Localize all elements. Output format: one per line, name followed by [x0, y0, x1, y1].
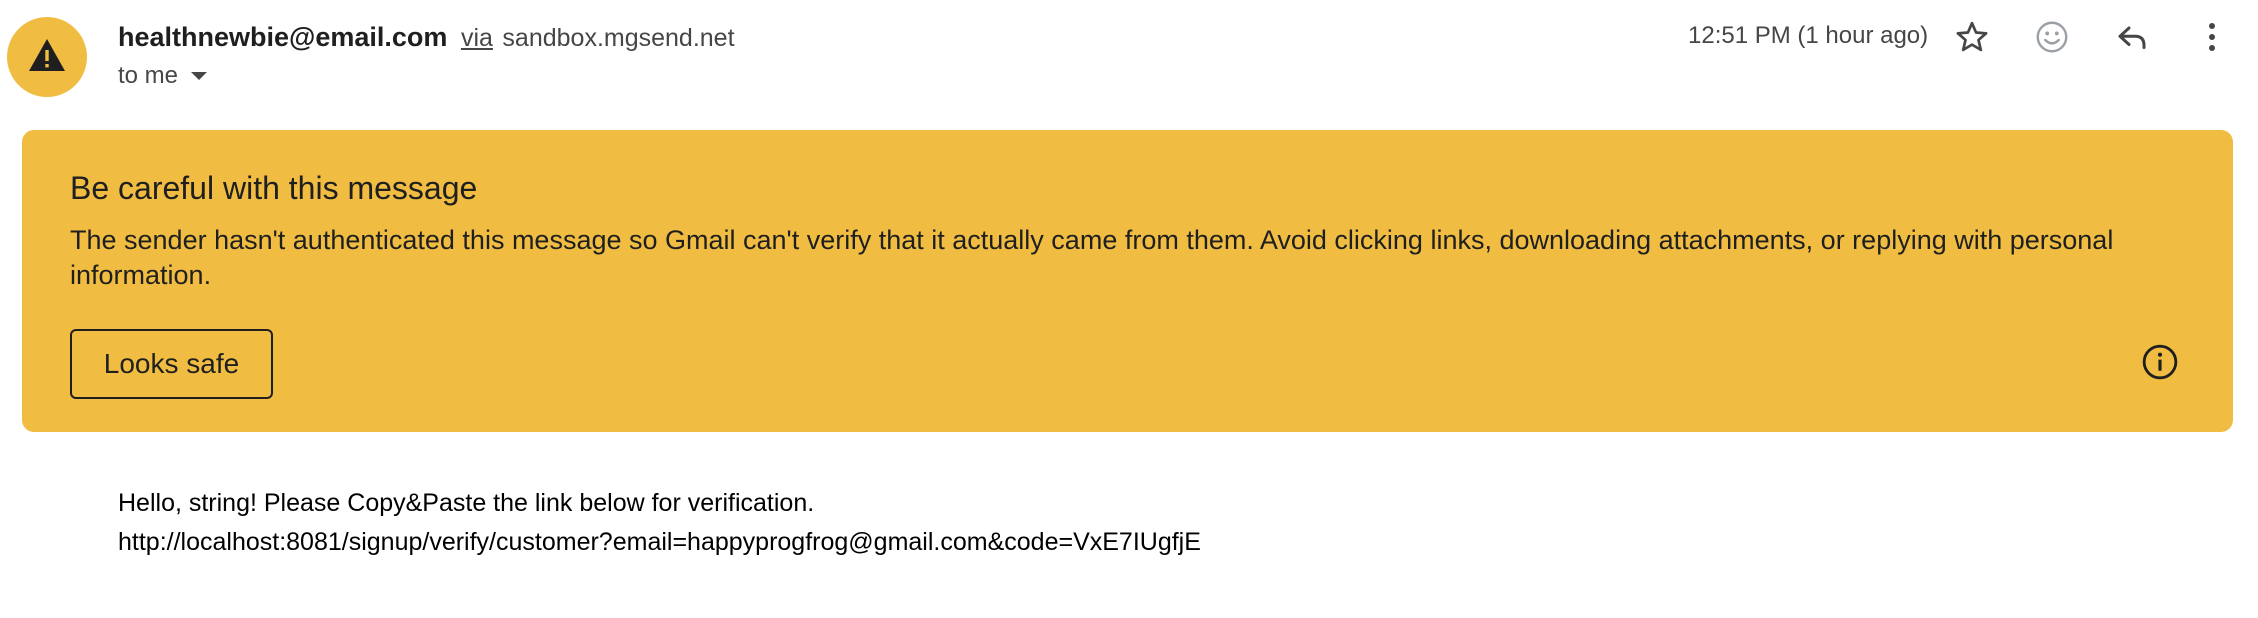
warning-title: Be careful with this message — [70, 170, 478, 206]
sender-email[interactable]: healthnewbie@email.com — [118, 22, 447, 52]
looks-safe-button[interactable]: Looks safe — [70, 329, 273, 399]
verification-url: http://localhost:8081/signup/verify/cust… — [118, 528, 1201, 556]
sender-line: healthnewbie@email.com via sandbox.mgsen… — [118, 20, 735, 55]
star-button[interactable] — [1948, 15, 1996, 63]
via-link[interactable]: via — [461, 24, 493, 52]
info-icon — [2141, 343, 2179, 386]
more-vert-icon — [2206, 22, 2218, 57]
warning-body: The sender hasn't authenticated this mes… — [70, 225, 2114, 290]
recipient-label: to me — [118, 62, 179, 89]
message-greeting: Hello, string! Please Copy&Paste the lin… — [118, 489, 815, 517]
recipient-details-toggle[interactable]: to me — [118, 62, 208, 90]
star-icon — [1954, 19, 1990, 60]
reply-icon — [2114, 19, 2150, 60]
via-domain: sandbox.mgsend.net — [502, 24, 735, 52]
message-body: Hello, string! Please Copy&Paste the lin… — [118, 484, 1201, 562]
info-button[interactable] — [2138, 342, 2182, 386]
sender-avatar[interactable] — [7, 17, 87, 97]
chevron-down-icon[interactable] — [190, 71, 208, 81]
warning-icon — [28, 38, 66, 77]
message-timestamp: 12:51 PM (1 hour ago) — [1688, 22, 1929, 49]
emoji-icon — [2034, 19, 2070, 60]
more-options-button[interactable] — [2188, 15, 2236, 63]
reply-button[interactable] — [2108, 15, 2156, 63]
warning-banner: Be careful with this message The sender … — [22, 130, 2233, 432]
add-reaction-button[interactable] — [2028, 15, 2076, 63]
